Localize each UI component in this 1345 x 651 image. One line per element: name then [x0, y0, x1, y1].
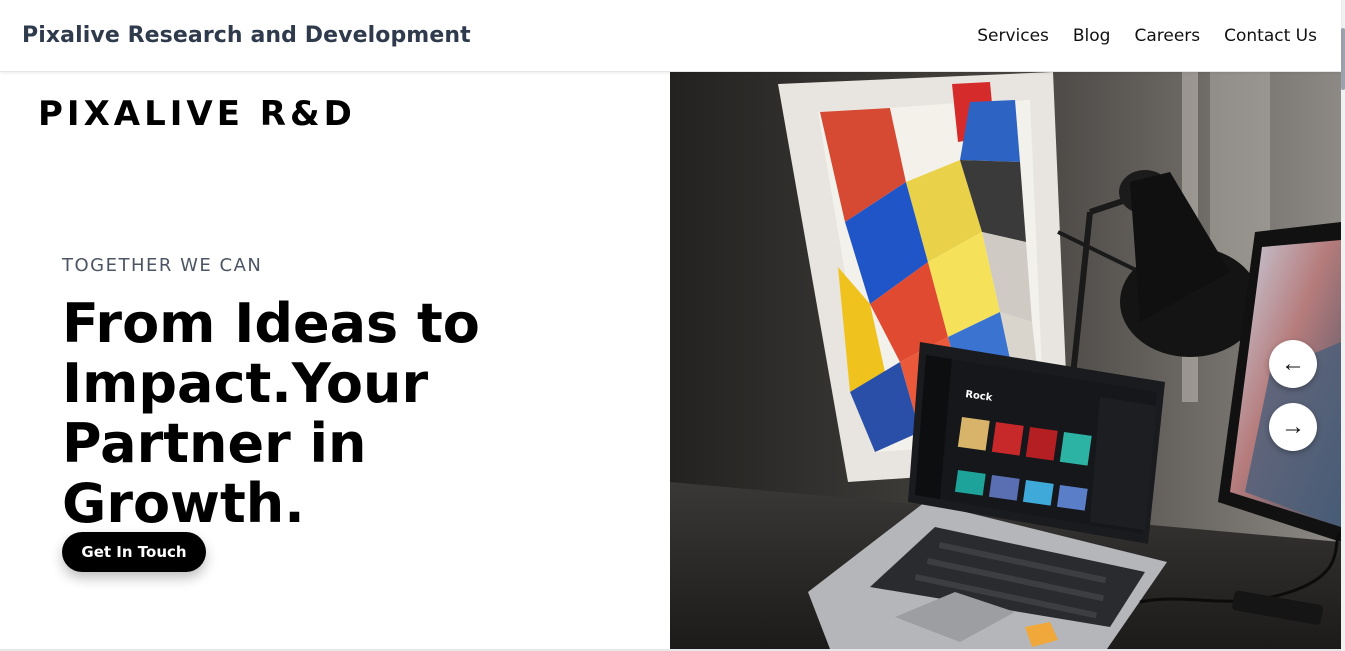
- carousel-next-button[interactable]: →: [1269, 403, 1317, 451]
- vertical-scrollbar-thumb[interactable]: [1341, 28, 1345, 90]
- vertical-scrollbar-track[interactable]: [1341, 0, 1345, 651]
- brand-title[interactable]: Pixalive Research and Development: [22, 23, 471, 48]
- hero-image: Rock ← →: [670, 72, 1341, 649]
- main-nav: Services Blog Careers Contact Us: [977, 26, 1317, 46]
- arrow-left-icon: ←: [1281, 350, 1305, 377]
- hero-left-panel: PIXALIVE R&D TOGETHER WE CAN From Ideas …: [0, 72, 670, 649]
- arrow-right-icon: →: [1281, 413, 1305, 440]
- carousel-prev-button[interactable]: ←: [1269, 340, 1317, 388]
- hero-headline: From Ideas to Impact.Your Partner in Gro…: [62, 292, 480, 535]
- site-header: Pixalive Research and Development Servic…: [0, 0, 1341, 72]
- nav-careers-link[interactable]: Careers: [1134, 26, 1200, 46]
- hero-eyebrow: TOGETHER WE CAN: [62, 255, 263, 276]
- nav-contact-link[interactable]: Contact Us: [1224, 26, 1317, 46]
- desk-workspace-illustration: Rock: [670, 72, 1341, 649]
- hero-logo-text: PIXALIVE R&D: [38, 94, 356, 134]
- nav-blog-link[interactable]: Blog: [1073, 26, 1111, 46]
- get-in-touch-button[interactable]: Get In Touch: [62, 532, 206, 572]
- nav-services-link[interactable]: Services: [977, 26, 1049, 46]
